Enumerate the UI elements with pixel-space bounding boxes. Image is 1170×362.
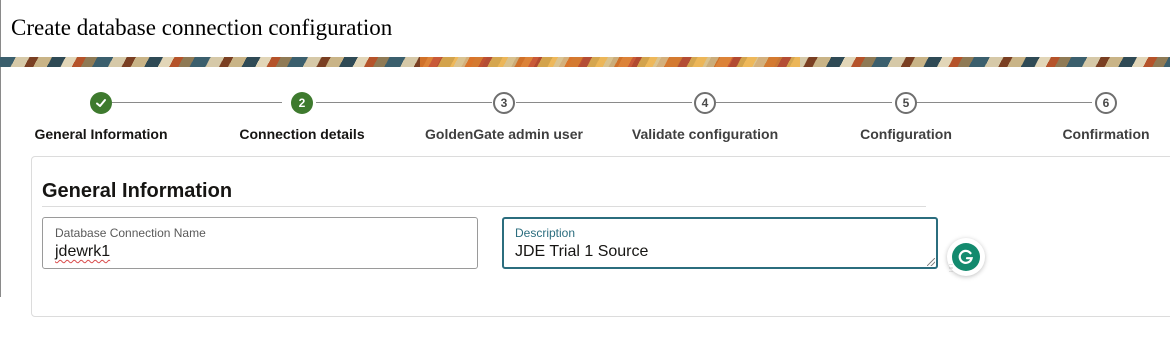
step-number: 2 (291, 92, 313, 114)
step-label: Connection details (239, 126, 365, 142)
decorative-banner (0, 57, 1170, 67)
train-step-validate-configuration[interactable]: 4 Validate configuration (605, 88, 805, 142)
step-label: General Information (34, 126, 168, 142)
train-step-configuration[interactable]: 5 Configuration (806, 88, 1006, 142)
step-number: 4 (694, 92, 716, 114)
train-step-general-information[interactable]: General Information (1, 88, 201, 142)
page-title: Create database connection configuration (11, 15, 393, 40)
train-step-confirmation[interactable]: 6 Confirmation (1006, 88, 1170, 142)
step-label: Configuration (860, 126, 952, 142)
train-step-goldengate-admin-user[interactable]: 3 GoldenGate admin user (404, 88, 604, 142)
step-number: 6 (1095, 92, 1117, 114)
step-label: GoldenGate admin user (425, 126, 583, 142)
section-divider (42, 206, 926, 207)
step-label: Validate configuration (631, 126, 779, 142)
step-label: Confirmation (1062, 126, 1150, 142)
connection-name-input[interactable]: jdewrk1 (55, 243, 435, 261)
step-number: 5 (895, 92, 917, 114)
train-step-connection-details[interactable]: 2 Connection details (202, 88, 402, 142)
description-textarea[interactable]: JDE Trial 1 Source (515, 243, 895, 261)
checkmark-icon (96, 99, 106, 107)
section-title: General Information (42, 180, 233, 202)
description-label: Description (515, 226, 576, 240)
description-field[interactable]: Description JDE Trial 1 Source (502, 217, 938, 269)
step-complete-indicator (90, 92, 112, 114)
grammarly-icon (952, 243, 980, 271)
drag-handle-icon[interactable]: :::: (949, 263, 953, 274)
resize-handle-icon[interactable] (927, 258, 935, 266)
step-train: General Information 2 Connection details… (0, 88, 1170, 148)
connection-name-field[interactable]: Database Connection Name jdewrk1 (42, 217, 478, 269)
window-title-bar: Create database connection configuration (0, 0, 1170, 58)
step-number: 3 (493, 92, 515, 114)
connection-name-label: Database Connection Name (55, 226, 206, 240)
